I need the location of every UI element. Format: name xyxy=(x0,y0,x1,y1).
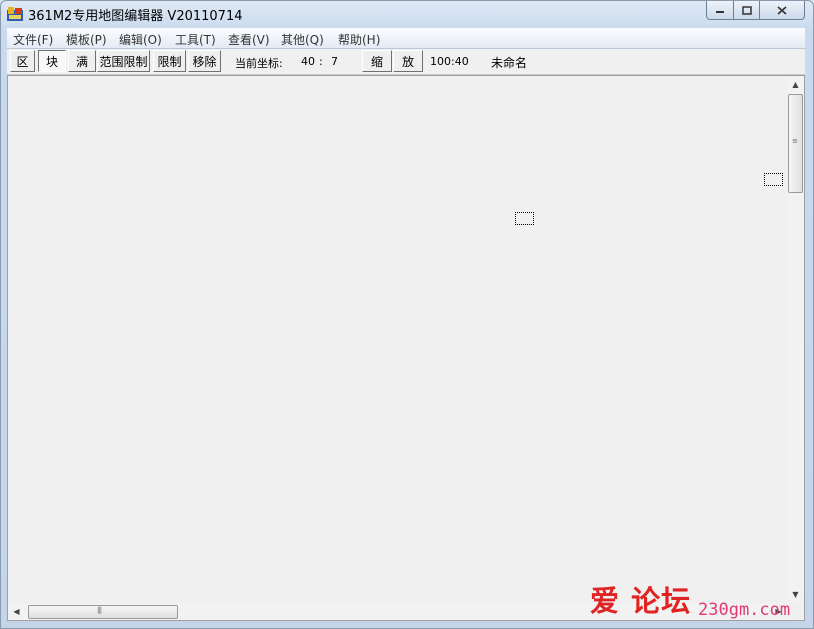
limit-button[interactable]: 限制 xyxy=(153,50,186,72)
menu-tools[interactable]: 工具(T) xyxy=(175,31,216,48)
map-canvas[interactable]: ▲ ≡ ▼ ◀ ||| ▶ xyxy=(7,75,805,621)
block-button[interactable]: 块 xyxy=(38,50,66,72)
maximize-button[interactable] xyxy=(734,1,760,20)
grip-icon: ≡ xyxy=(792,137,798,145)
minimize-button[interactable] xyxy=(706,1,734,20)
window-title: 361M2专用地图编辑器 V20110714 xyxy=(28,9,243,24)
coord-y: 7 xyxy=(331,55,338,68)
coord-label: 当前坐标: xyxy=(235,57,283,70)
zoom-button[interactable]: 放 xyxy=(393,50,423,72)
scroll-up-arrow[interactable]: ▲ xyxy=(787,76,804,93)
selection-marker[interactable] xyxy=(515,212,534,225)
app-icon xyxy=(7,7,23,21)
menu-help[interactable]: 帮助(H) xyxy=(338,31,380,48)
minimize-icon xyxy=(716,11,724,13)
close-icon xyxy=(777,5,787,15)
watermark-text: 爱 论坛 xyxy=(590,584,692,618)
scroll-left-arrow[interactable]: ◀ xyxy=(8,603,25,620)
grip-icon: ||| xyxy=(97,606,102,614)
file-name: 未命名 xyxy=(491,56,528,70)
menu-view[interactable]: 查看(V) xyxy=(228,31,270,48)
menu-edit[interactable]: 编辑(O) xyxy=(119,31,162,48)
close-button[interactable] xyxy=(760,1,805,20)
horizontal-scroll-thumb[interactable]: ||| xyxy=(28,605,178,619)
area-button[interactable]: 区 xyxy=(10,50,35,72)
selection-marker[interactable] xyxy=(764,173,783,186)
window-controls xyxy=(706,1,805,20)
menu-other[interactable]: 其他(Q) xyxy=(281,31,324,48)
app-window: 361M2专用地图编辑器 V20110714 文件(F) 模板(P) 编辑(O)… xyxy=(0,0,814,629)
vertical-scroll-thumb[interactable]: ≡ xyxy=(788,94,803,193)
coord-x: 40 xyxy=(301,55,315,68)
remove-button[interactable]: 移除 xyxy=(188,50,221,72)
toolbar: 区 块 满 范围限制 限制 移除 当前坐标: 40 : 7 缩 放 100:40… xyxy=(7,49,805,75)
zoom-ratio: 100:40 xyxy=(430,55,469,68)
watermark-url: 230gm.com xyxy=(698,600,791,620)
coord-separator: : xyxy=(319,55,323,68)
range-limit-button[interactable]: 范围限制 xyxy=(97,50,150,72)
full-button[interactable]: 满 xyxy=(68,50,96,72)
menu-template[interactable]: 模板(P) xyxy=(66,31,107,48)
maximize-icon xyxy=(741,5,752,15)
shrink-button[interactable]: 缩 xyxy=(362,50,392,72)
vertical-scrollbar[interactable]: ▲ ≡ ▼ xyxy=(787,76,804,603)
menu-file[interactable]: 文件(F) xyxy=(13,31,53,48)
title-bar[interactable]: 361M2专用地图编辑器 V20110714 xyxy=(1,1,813,27)
menu-bar: 文件(F) 模板(P) 编辑(O) 工具(T) 查看(V) 其他(Q) 帮助(H… xyxy=(7,28,805,49)
